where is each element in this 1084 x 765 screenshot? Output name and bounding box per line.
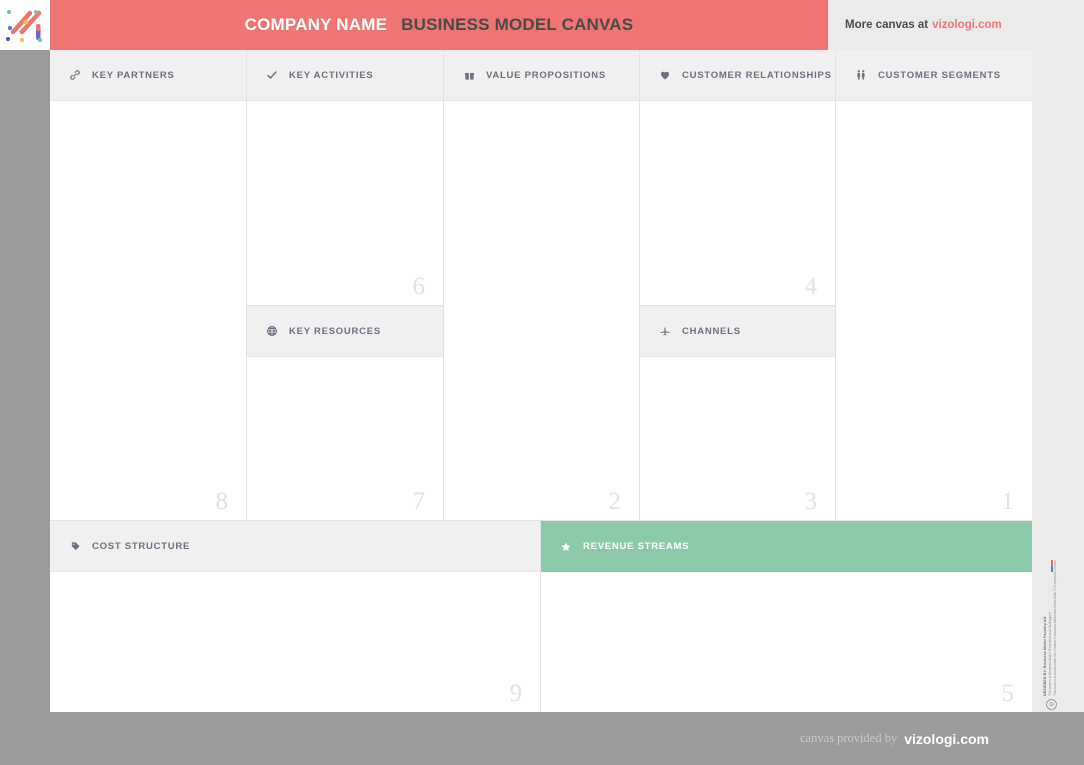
footer-brand[interactable]: vizologi.com (904, 731, 989, 747)
link-icon (68, 68, 82, 82)
vizologi-logo-icon (0, 0, 50, 50)
block-number-key-activities: 6 (412, 273, 426, 300)
block-channels[interactable]: CHANNELS 3 (640, 306, 836, 521)
block-title-cost-structure: COST STRUCTURE (92, 540, 191, 552)
block-key-partners[interactable]: KEY PARTNERS 8 (50, 50, 247, 521)
block-header-key-activities: KEY ACTIVITIES (247, 50, 443, 101)
attribution-designed-by: DESIGNED BY: Business Model Foundry AG (1043, 616, 1047, 696)
block-number-customer-relationships: 4 (804, 273, 818, 300)
block-body-key-partners[interactable]: 8 (50, 101, 246, 520)
header-more-canvas: More canvas at vizologi.com (828, 0, 1084, 50)
block-number-revenue-streams: 5 (1001, 680, 1015, 707)
block-body-customer-relationships[interactable]: 4 (640, 101, 835, 305)
footer-bar: canvas provided by vizologi.com (0, 712, 1084, 765)
block-body-value-propositions[interactable]: 2 (444, 101, 639, 520)
attribution-license: This work is licensed under the Creative… (1053, 559, 1057, 696)
block-body-cost-structure[interactable]: 9 (50, 572, 540, 712)
globe-icon (265, 324, 279, 338)
tag-icon (68, 539, 82, 553)
block-number-channels: 3 (804, 488, 818, 515)
block-customer-segments[interactable]: CUSTOMER SEGMENTS 1 (836, 50, 1032, 521)
page-title: BUSINESS MODEL CANVAS (401, 15, 634, 34)
block-key-activities[interactable]: KEY ACTIVITIES 6 (247, 50, 444, 306)
block-number-value-propositions: 2 (608, 488, 622, 515)
block-title-key-activities: KEY ACTIVITIES (289, 69, 374, 81)
cc-icon: ⊝ (1046, 699, 1057, 710)
block-body-revenue-streams[interactable]: 5 (541, 572, 1032, 712)
block-title-customer-relationships: CUSTOMER RELATIONSHIPS (682, 69, 832, 81)
block-customer-relationships[interactable]: CUSTOMER RELATIONSHIPS 4 (640, 50, 836, 306)
block-key-resources[interactable]: KEY RESOURCES 7 (247, 306, 444, 521)
block-body-key-activities[interactable]: 6 (247, 101, 443, 305)
block-value-propositions[interactable]: VALUE PROPOSITIONS 2 (444, 50, 640, 521)
more-canvas-label: More canvas at (845, 19, 929, 31)
block-title-customer-segments: CUSTOMER SEGMENTS (878, 69, 1001, 81)
block-header-revenue-streams: REVENUE STREAMS (541, 521, 1032, 572)
bmc-grid: KEY PARTNERS 8 KEY ACTIVITIES 6 KEY RESO… (50, 50, 1032, 712)
block-header-channels: CHANNELS (640, 306, 835, 357)
check-icon (265, 68, 279, 82)
block-header-key-partners: KEY PARTNERS (50, 50, 246, 101)
attribution-block: DESIGNED BY: Business Model Foundry AG T… (1043, 556, 1057, 696)
block-body-customer-segments[interactable]: 1 (836, 101, 1032, 520)
block-title-revenue-streams: REVENUE STREAMS (583, 541, 690, 552)
block-title-key-partners: KEY PARTNERS (92, 69, 175, 81)
star-icon (559, 540, 573, 554)
block-header-cost-structure: COST STRUCTURE (50, 521, 540, 572)
block-title-key-resources: KEY RESOURCES (289, 325, 381, 337)
block-title-value-propositions: VALUE PROPOSITIONS (486, 69, 606, 81)
more-canvas-link[interactable]: vizologi.com (932, 19, 1002, 31)
header-bar: COMPANY NAME BUSINESS MODEL CANVAS (50, 0, 828, 50)
block-revenue-streams[interactable]: REVENUE STREAMS 5 (541, 521, 1032, 712)
block-number-key-partners: 8 (215, 488, 229, 515)
gift-icon (462, 68, 476, 82)
block-number-customer-segments: 1 (1001, 488, 1015, 515)
vizologi-logo[interactable] (0, 0, 50, 50)
airplane-icon (658, 324, 672, 338)
block-number-cost-structure: 9 (509, 680, 523, 707)
block-header-value-propositions: VALUE PROPOSITIONS (444, 50, 639, 101)
company-name: COMPANY NAME (244, 15, 388, 34)
footer-provided-by: canvas provided by (800, 731, 898, 745)
block-header-key-resources: KEY RESOURCES (247, 306, 443, 357)
block-body-key-resources[interactable]: 7 (247, 357, 443, 520)
block-header-customer-relationships: CUSTOMER RELATIONSHIPS (640, 50, 835, 101)
block-cost-structure[interactable]: COST STRUCTURE 9 (50, 521, 541, 712)
heart-icon (658, 68, 672, 82)
block-body-channels[interactable]: 3 (640, 357, 835, 520)
block-title-channels: CHANNELS (682, 325, 741, 337)
block-header-customer-segments: CUSTOMER SEGMENTS (836, 50, 1032, 101)
attribution-makers: The makers of Business Model Generation … (1048, 612, 1052, 696)
people-icon (854, 68, 868, 82)
block-number-key-resources: 7 (412, 488, 426, 515)
canvas-page: COMPANY NAME BUSINESS MODEL CANVAS More … (0, 0, 1084, 765)
right-side-panel (1032, 0, 1084, 712)
